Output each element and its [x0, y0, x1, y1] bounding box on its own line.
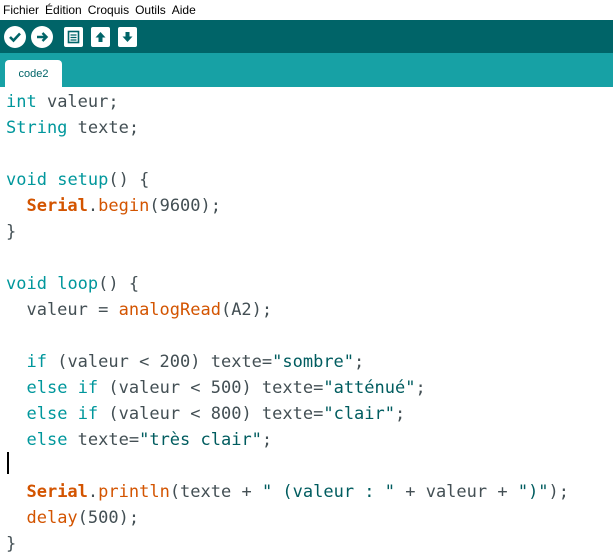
token: else: [26, 378, 68, 398]
menu-aide[interactable]: Aide: [169, 0, 199, 20]
token: String: [6, 118, 68, 138]
token: () {: [98, 274, 140, 294]
token: ;: [395, 404, 406, 424]
token: void: [6, 170, 47, 190]
token: analogRead: [118, 300, 221, 320]
token: valeur =: [6, 300, 119, 320]
open-button[interactable]: [91, 27, 110, 47]
upload-button[interactable]: [31, 26, 53, 48]
code-line-4: void setup() {: [6, 167, 149, 193]
token: texte=: [67, 430, 140, 450]
token: loop: [57, 274, 99, 294]
code-line-11: if (valeur < 200) texte="sombre";: [6, 349, 364, 375]
new-button[interactable]: [64, 27, 83, 47]
token: else: [26, 404, 68, 424]
token: Serial: [26, 482, 88, 502]
token: delay: [26, 508, 78, 528]
arrow-down-icon: [122, 32, 133, 42]
token: "très clair": [139, 430, 262, 450]
token: texte;: [67, 118, 140, 138]
token: (valeur < 200) texte=: [46, 352, 273, 372]
token: if: [26, 352, 47, 372]
checkmark-icon: [9, 32, 21, 43]
token: (valeur < 800) texte=: [98, 404, 324, 424]
menu-croquis[interactable]: Croquis: [85, 0, 132, 20]
token: (valeur < 500) texte=: [98, 378, 324, 398]
arrow-right-icon: [37, 32, 49, 42]
token: .: [87, 196, 99, 216]
code-line-18: }: [6, 531, 16, 557]
token: else: [26, 430, 68, 450]
new-file-icon: [67, 30, 80, 44]
tab-bar: code2: [0, 53, 613, 87]
toolbar: [0, 20, 613, 53]
token: void: [6, 274, 47, 294]
token: "atténué": [323, 378, 416, 398]
code-editor[interactable]: int valeur; String texte; void setup() {…: [0, 87, 613, 559]
token: begin: [98, 196, 150, 216]
text-caret: [7, 452, 9, 474]
save-button[interactable]: [118, 27, 137, 47]
code-line-2: String texte;: [6, 115, 139, 141]
code-line-9: valeur = analogRead(A2);: [6, 297, 272, 323]
tab-code2[interactable]: code2: [5, 60, 62, 87]
token: ")": [517, 482, 549, 502]
token: (A2);: [220, 300, 273, 320]
token: " (valeur : ": [261, 482, 395, 502]
token: ;: [415, 378, 426, 398]
code-line-17: delay(500);: [6, 505, 139, 531]
arrow-up-icon: [95, 32, 106, 42]
token: (500);: [77, 508, 140, 528]
token: );: [548, 482, 570, 502]
token: if: [77, 404, 99, 424]
token: () {: [108, 170, 150, 190]
token: ;: [354, 352, 365, 372]
menu-edition[interactable]: Édition: [42, 0, 85, 20]
code-line-5: Serial.begin(9600);: [6, 193, 221, 219]
code-line-12: else if (valeur < 500) texte="atténué";: [6, 375, 426, 401]
token: + valeur +: [395, 482, 518, 502]
token: println: [98, 482, 170, 502]
token: .: [87, 482, 99, 502]
menu-outils[interactable]: Outils: [132, 0, 169, 20]
token: }: [6, 222, 17, 242]
code-line-14: else texte="très clair";: [6, 427, 272, 453]
menu-fichier[interactable]: Fichier: [0, 0, 42, 20]
token: (9600);: [149, 196, 221, 216]
code-line-16: Serial.println(texte + " (valeur : " + v…: [6, 479, 569, 505]
token: "sombre": [272, 352, 355, 372]
code-line-13: else if (valeur < 800) texte="clair";: [6, 401, 405, 427]
menu-bar: Fichier Édition Croquis Outils Aide: [0, 0, 613, 20]
token: if: [77, 378, 99, 398]
token: valeur;: [36, 92, 119, 112]
token: ;: [261, 430, 273, 450]
token: int: [6, 92, 37, 112]
token: "clair": [323, 404, 395, 424]
token: Serial: [26, 196, 88, 216]
code-line-6: }: [6, 219, 16, 245]
token: }: [6, 534, 17, 554]
code-line-1: int valeur;: [6, 89, 119, 115]
verify-button[interactable]: [4, 26, 26, 48]
code-line-8: void loop() {: [6, 271, 139, 297]
token: (texte +: [169, 482, 262, 502]
token: setup: [57, 170, 109, 190]
